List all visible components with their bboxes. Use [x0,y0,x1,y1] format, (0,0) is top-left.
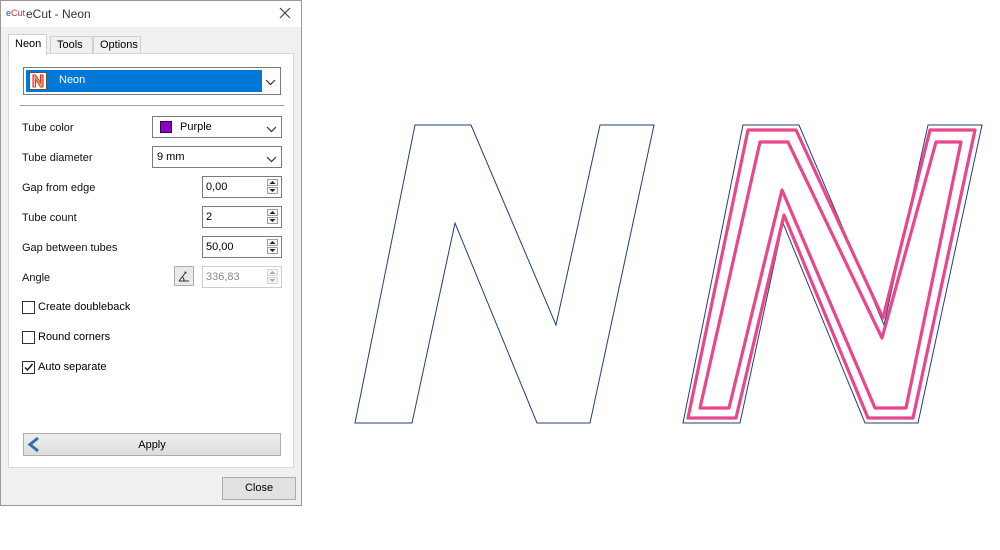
tab-tools[interactable]: Tools [50,36,93,53]
apply-label: Apply [138,439,166,451]
tube-color-value: Purple [180,121,212,133]
gap-between-tubes-label: Gap between tubes [22,242,118,254]
tube-color-select[interactable]: Purple [152,116,282,138]
rotate-angle-icon[interactable] [174,266,194,286]
angle-input [206,269,262,285]
angle-label: Angle [22,272,51,284]
gap-from-edge-input[interactable] [206,179,262,195]
preset-select[interactable]: Neon [23,67,281,95]
color-swatch [160,121,172,133]
letter-n-outline[interactable] [354,124,655,424]
ecut-logo-icon: eCut [6,8,26,18]
gap-from-edge-spinbox [202,176,282,198]
spin-up-button[interactable] [267,239,278,246]
spin-up-button[interactable] [267,179,278,186]
design-canvas [354,124,983,424]
separator [20,105,284,106]
tube-diameter-select[interactable]: 9 mm [152,146,282,168]
angle-spinbox [202,266,282,288]
window-title: eCut - Neon [26,7,91,21]
tab-neon[interactable]: Neon [8,34,47,55]
apply-button[interactable]: Apply [23,433,281,456]
spin-down-button[interactable] [267,217,278,224]
tube-diameter-value: 9 mm [157,151,185,163]
tube-diameter-label: Tube diameter [22,152,93,164]
title-bar: eCut eCut - Neon [1,1,301,27]
create-doubleback-label: Create doubleback [38,301,131,313]
checkbox-box [22,301,35,314]
spin-up-button[interactable] [267,209,278,216]
neon-n-icon [29,72,47,90]
tube-count-spinbox [202,206,282,228]
chevron-down-icon [265,77,276,89]
tube-count-input[interactable] [206,209,262,225]
tab-options[interactable]: Options [93,36,141,53]
close-button[interactable]: Close [222,477,296,500]
preset-label: Neon [59,74,86,86]
checkmark-icon [24,363,34,372]
close-icon[interactable] [277,4,293,22]
checkbox-box [22,361,35,374]
chevron-down-icon [266,124,277,136]
spin-up-button [267,269,278,276]
gap-from-edge-label: Gap from edge [22,182,96,194]
neon-dialog: eCut eCut - Neon Neon Tools Options Neon [0,0,302,506]
chevron-down-icon [266,154,277,166]
letter-n-neon[interactable] [682,124,983,424]
gap-between-tubes-spinbox [202,236,282,258]
neon-tab-panel: Neon Tube color Purple Tube diameter 9 m… [8,53,294,468]
checkbox-box [22,331,35,344]
tube-color-label: Tube color [22,122,74,134]
tube-count-label: Tube count [22,212,77,224]
round-corners-label: Round corners [38,331,111,343]
spin-down-button[interactable] [267,187,278,194]
spin-down-button[interactable] [267,247,278,254]
spin-down-button [267,277,278,284]
preset-selected-item: Neon [26,70,262,92]
auto-separate-label: Auto separate [38,361,107,373]
gap-between-tubes-input[interactable] [206,239,262,255]
